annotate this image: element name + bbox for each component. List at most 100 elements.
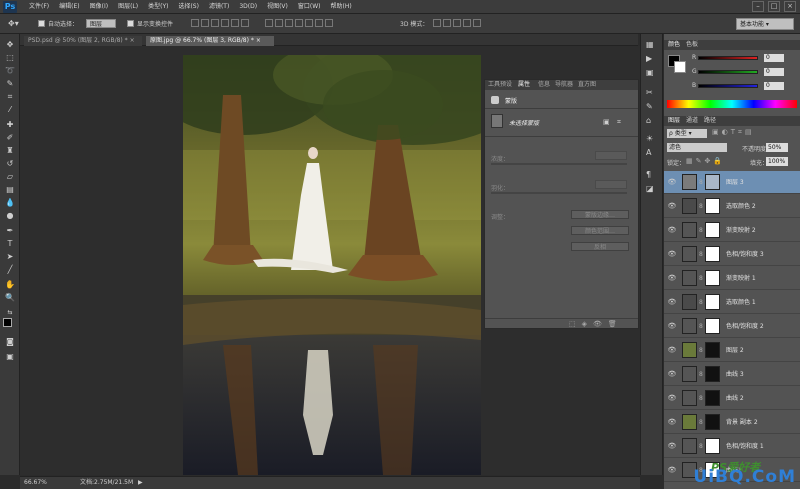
status-arrow-icon[interactable]: ▶ <box>138 477 143 489</box>
menu-item[interactable]: 3D(D) <box>234 0 262 14</box>
3d-roll-icon[interactable] <box>443 19 451 27</box>
menu-item[interactable]: 文件(F) <box>24 0 54 14</box>
tab-properties[interactable]: 属性 <box>518 80 530 90</box>
layer-mask-thumbnail[interactable] <box>705 318 720 334</box>
tab-channels[interactable]: 通道 <box>686 116 698 126</box>
auto-align-icon[interactable] <box>324 19 333 27</box>
quick-select-tool-icon[interactable]: ✎ <box>4 79 16 89</box>
bg-color-swatch[interactable] <box>674 61 686 73</box>
tab-paths[interactable]: 路径 <box>704 116 716 126</box>
layer-mask-thumbnail[interactable] <box>705 294 720 310</box>
layer-row[interactable]: 👁 8 图层 3 <box>664 171 800 194</box>
pen-tool-icon[interactable]: ✒ <box>4 226 16 236</box>
tools-icon[interactable]: ✂ <box>646 88 653 97</box>
tab-navigator[interactable]: 导航器 <box>555 80 573 90</box>
zoom-tool-icon[interactable]: 🔍 <box>4 293 16 303</box>
screen-mode-icon[interactable]: ▣ <box>4 352 16 362</box>
layer-mask-thumbnail[interactable] <box>705 366 720 382</box>
channel-value[interactable]: 0 <box>764 82 784 90</box>
visibility-eye-icon[interactable]: 👁 <box>667 274 677 282</box>
type-tool-icon[interactable]: T <box>4 239 16 249</box>
layer-row[interactable]: 👁 8 图层 2 <box>664 339 800 362</box>
layer-row[interactable]: 👁 8 曲线 2 <box>664 387 800 410</box>
clone-source-icon[interactable]: ⌂ <box>646 116 651 125</box>
foreground-color-swatch[interactable] <box>3 318 12 327</box>
pixel-mask-icon[interactable]: ▣ <box>603 118 610 126</box>
visibility-eye-icon[interactable]: 👁 <box>667 370 677 378</box>
marquee-tool-icon[interactable]: ⬚ <box>4 53 16 63</box>
visibility-eye-icon[interactable]: 👁 <box>667 466 677 474</box>
channel-value[interactable]: 0 <box>764 54 784 62</box>
distribute-vcenter-icon[interactable] <box>274 19 283 27</box>
channel-value[interactable]: 0 <box>764 68 784 76</box>
menu-item[interactable]: 图像(I) <box>85 0 113 14</box>
adjustments-icon[interactable]: ☀ <box>646 134 653 143</box>
healing-brush-tool-icon[interactable]: ✚ <box>4 120 16 130</box>
distribute-hcenter-icon[interactable] <box>304 19 313 27</box>
crop-tool-icon[interactable]: ⌗ <box>4 92 16 102</box>
layer-mask-thumbnail[interactable] <box>705 198 720 214</box>
document-canvas-image[interactable] <box>183 55 481 475</box>
layer-mask-thumbnail[interactable] <box>705 390 720 406</box>
visibility-eye-icon[interactable]: 👁 <box>667 178 677 186</box>
layer-mask-thumbnail[interactable] <box>705 246 720 262</box>
layer-row[interactable]: 👁 8 背景 副本 2 <box>664 411 800 434</box>
color-spectrum[interactable] <box>667 100 797 108</box>
layer-row[interactable]: 👁 8 选取颜色 1 <box>664 291 800 314</box>
layer-filter-icons[interactable]: ▣◐T⌗▤ <box>712 128 755 137</box>
dodge-tool-icon[interactable]: ● <box>4 211 16 221</box>
close-icon[interactable]: × <box>256 37 261 44</box>
blur-tool-icon[interactable]: 💧 <box>4 198 16 208</box>
swap-colors-icon[interactable]: ⇆ <box>4 308 16 318</box>
layer-row[interactable]: 👁 8 渐变映射 2 <box>664 219 800 242</box>
channel-slider[interactable] <box>698 70 758 74</box>
3d-pan-icon[interactable] <box>453 19 461 27</box>
opacity-field[interactable]: 50% <box>766 143 788 152</box>
density-slider[interactable] <box>491 163 627 165</box>
layer-mask-thumbnail[interactable] <box>705 222 720 238</box>
clone-stamp-tool-icon[interactable]: ♜ <box>4 146 16 156</box>
close-icon[interactable]: × <box>130 37 135 44</box>
visibility-eye-icon[interactable]: 👁 <box>667 346 677 354</box>
3d-scale-icon[interactable] <box>473 19 481 27</box>
tab-histogram[interactable]: 直方图 <box>578 80 596 90</box>
blend-mode-dropdown[interactable]: 滤色 <box>667 143 727 152</box>
visibility-eye-icon[interactable]: 👁 <box>667 250 677 258</box>
maximize-button[interactable]: □ <box>768 1 780 12</box>
layer-mask-thumbnail[interactable] <box>705 438 720 454</box>
layer-row[interactable]: 👁 8 曲线 3 <box>664 363 800 386</box>
layer-mask-thumbnail[interactable] <box>705 174 720 190</box>
layer-row[interactable]: 👁 8 渐变映射 1 <box>664 267 800 290</box>
align-hcenter-icon[interactable] <box>231 19 239 27</box>
visibility-eye-icon[interactable]: 👁 <box>667 298 677 306</box>
layer-row[interactable]: 👁 8 选取颜色 2 <box>664 195 800 218</box>
workspace-dropdown[interactable]: 基本功能 ▾ <box>736 18 794 30</box>
swatch-icon[interactable]: ▣ <box>646 68 654 77</box>
visibility-eye-icon[interactable]: 👁 <box>667 322 677 330</box>
minimize-button[interactable]: – <box>752 1 764 12</box>
auto-select-checkbox[interactable] <box>38 20 45 27</box>
channel-slider[interactable] <box>698 84 758 88</box>
history-icon[interactable]: ▦ <box>646 40 654 49</box>
quick-mask-icon[interactable]: ◙ <box>4 337 16 347</box>
align-top-icon[interactable] <box>191 19 199 27</box>
properties-footer-icons[interactable]: ⬚◈👁🗑 <box>569 320 623 328</box>
3d-slide-icon[interactable] <box>463 19 471 27</box>
styles-icon[interactable]: ◪ <box>646 184 654 193</box>
layer-mask-thumbnail[interactable] <box>705 342 720 358</box>
tab-original[interactable]: 原图.jpg @ 66.7% (图层 3, RGB/8) * × <box>146 36 274 46</box>
density-field[interactable] <box>595 151 627 160</box>
tab-tool-presets[interactable]: 工具预设 <box>488 80 512 90</box>
align-bottom-icon[interactable] <box>211 19 219 27</box>
feather-field[interactable] <box>595 180 627 189</box>
move-tool-icon[interactable]: ✥ <box>4 40 16 50</box>
character-icon[interactable]: A <box>646 148 651 157</box>
align-right-icon[interactable] <box>241 19 249 27</box>
hand-tool-icon[interactable]: ✋ <box>4 280 16 290</box>
channel-slider[interactable] <box>698 56 758 60</box>
visibility-eye-icon[interactable]: 👁 <box>667 226 677 234</box>
layer-mask-thumbnail[interactable] <box>705 414 720 430</box>
menu-item[interactable]: 帮助(H) <box>326 0 357 14</box>
tab-psd[interactable]: PSD.psd @ 50% (图层 2, RGB/8) * × <box>24 36 142 46</box>
menu-item[interactable]: 滤镜(T) <box>204 0 234 14</box>
